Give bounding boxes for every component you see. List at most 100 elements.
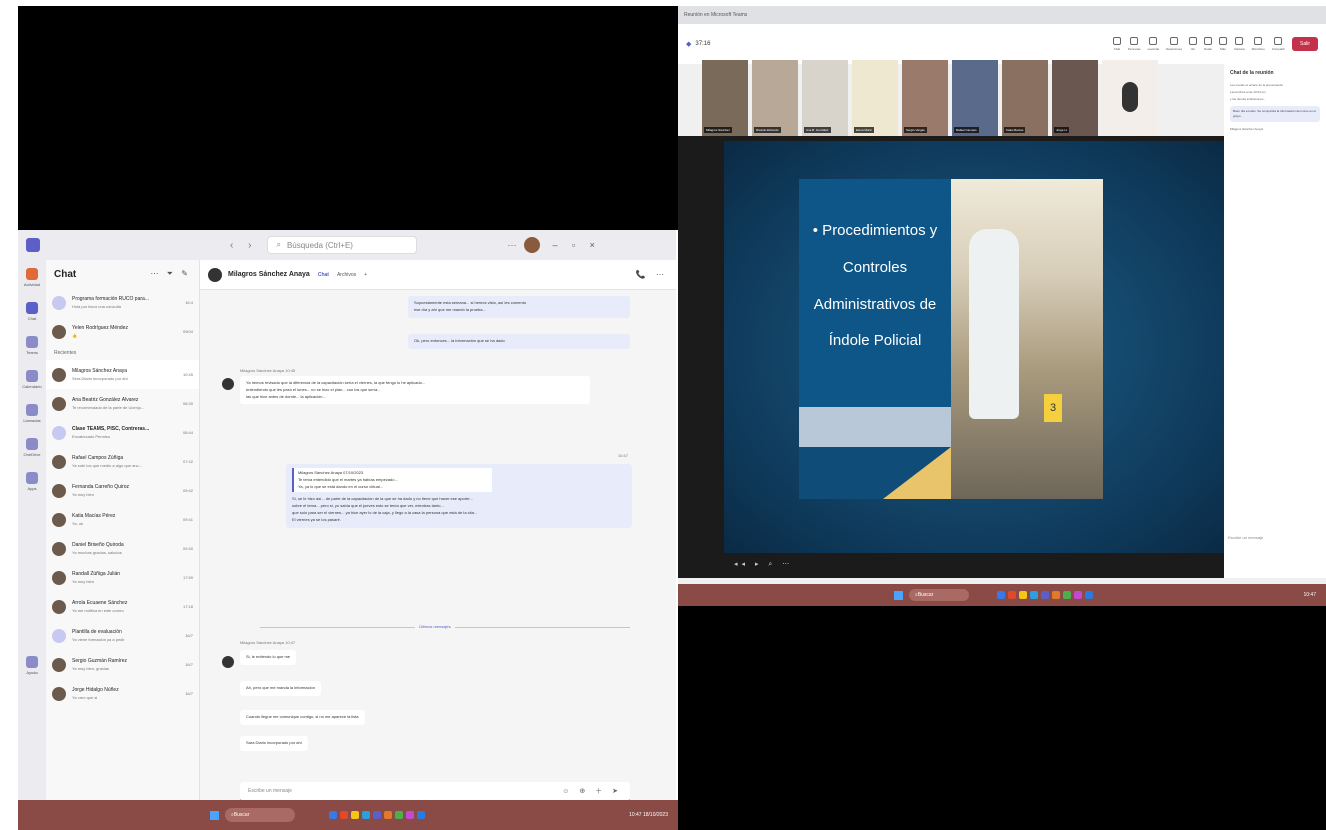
- rail-item-help[interactable]: Ayuda: [18, 648, 46, 682]
- system-tray[interactable]: 10:47 18/10/2023: [629, 812, 668, 818]
- chat-list-item[interactable]: Plantilla de evaluación Ya viene formació…: [46, 621, 199, 650]
- app-icon[interactable]: [1008, 591, 1016, 599]
- app-icon[interactable]: [351, 811, 359, 819]
- raise-hand-button[interactable]: Levantar: [1148, 37, 1159, 51]
- meeting-timer: 37:16: [695, 41, 711, 47]
- meeting-toolbar: ◆ 37:16 Chat Personas Levantar Reaccione…: [678, 24, 1326, 64]
- avatar[interactable]: [524, 237, 541, 253]
- chat-list-item[interactable]: Milagros Sánchez Anaya Sera Diario incorp…: [46, 360, 199, 389]
- message-meta: 10:47: [618, 453, 629, 458]
- chat-list-item[interactable]: Arrola Ecuaene Sánchez Ya me notifica en …: [46, 592, 199, 621]
- chat-list-tools[interactable]: ⋯ ⏷ ✎: [150, 269, 191, 279]
- taskbar-search[interactable]: ⌕ Buscar: [909, 589, 969, 601]
- participant-tile[interactable]: Rafael Campos: [952, 60, 998, 136]
- app-icon[interactable]: [406, 811, 414, 819]
- app-icon[interactable]: [1041, 591, 1049, 599]
- search-input[interactable]: ⌕ Búsqueda (Ctrl+E): [267, 236, 418, 254]
- app-icon[interactable]: [1030, 591, 1038, 599]
- add-tab-icon[interactable]: +: [364, 272, 367, 278]
- avatar: [52, 657, 66, 672]
- tab-files[interactable]: Archivos: [337, 272, 356, 278]
- tab-title[interactable]: Reunión en Microsoft Teams: [684, 12, 747, 18]
- chat-list-item[interactable]: Rafael Campos Zúñiga Ya subí los que medi…: [46, 447, 199, 476]
- chat-list-item[interactable]: Clase TEAMS, PISC, Contreras... Encabezad…: [46, 418, 199, 447]
- app-icon[interactable]: [384, 811, 392, 819]
- rail-item-teams[interactable]: Teams: [18, 328, 46, 362]
- window-controls[interactable]: – ▫ ×: [552, 240, 600, 250]
- chat-list-item[interactable]: Fernanda Carreño Quiroz Ya muy bien 09:42: [46, 476, 199, 505]
- chat-item-preview: Sera Diario incorporado por ahí: [72, 376, 128, 381]
- taskbar-search[interactable]: ⌕ Buscar: [225, 808, 295, 822]
- chat-list-item[interactable]: Sergio Guzmán Ramírez Ya muy bien, gracia…: [46, 650, 199, 679]
- app-icon[interactable]: [362, 811, 370, 819]
- participant-tile[interactable]: Ricardo Elizondo: [752, 60, 798, 136]
- chat-item-text: Clase TEAMS, PISC, Contreras... Encabezad…: [72, 426, 177, 439]
- mic-button[interactable]: Micrófono: [1252, 37, 1265, 51]
- meeting-chat-input[interactable]: Escribe un mensaje: [1228, 535, 1322, 540]
- help-icon: [26, 655, 38, 668]
- tab-chat[interactable]: Chat: [318, 272, 329, 278]
- participant-tile[interactable]: Jorge H.: [1052, 60, 1098, 136]
- participant-tile[interactable]: Elena Marín: [852, 60, 898, 136]
- chat-list-item[interactable]: Ana Beatriz González Álvarez Te recomenda…: [46, 389, 199, 418]
- camera-button[interactable]: Cámara: [1234, 37, 1245, 51]
- more-button[interactable]: Más: [1218, 37, 1227, 51]
- leave-button[interactable]: Salir: [1291, 37, 1318, 51]
- app-icon[interactable]: [997, 591, 1005, 599]
- chat-item-time: 16/7: [185, 662, 193, 667]
- app-icon[interactable]: [417, 811, 425, 819]
- participant-tile[interactable]: Sergio Vargas: [902, 60, 948, 136]
- windows-start-icon[interactable]: [894, 590, 903, 600]
- composer-placeholder: Escribe un mensaje: [248, 788, 292, 794]
- app-icon[interactable]: [1019, 591, 1027, 599]
- avatar: [52, 324, 66, 339]
- chat-item-name: Katia Macías Pérez: [72, 513, 116, 519]
- chat-list-item[interactable]: Daniel Briseño Quiroda Ya muchas gracias,…: [46, 534, 199, 563]
- slide-nav-controls[interactable]: ◂◂ ▸ ⌕ ⋯: [734, 560, 793, 569]
- reactions-button[interactable]: Reacciones: [1166, 37, 1182, 51]
- nav-arrows-icon[interactable]: ‹ ›: [230, 240, 257, 251]
- chat-list-item[interactable]: Yelen Rodríguez Méndez 👍 09/04: [46, 317, 199, 346]
- windows-start-icon[interactable]: [210, 810, 219, 820]
- app-icon[interactable]: [395, 811, 403, 819]
- participant-name: Katia Macías: [1004, 127, 1026, 133]
- app-icon[interactable]: [373, 811, 381, 819]
- rail-item-onedrive[interactable]: OneDrive: [18, 430, 46, 464]
- chat-button[interactable]: Chat: [1112, 37, 1121, 51]
- rail-item-apps[interactable]: Apps: [18, 464, 46, 498]
- rail-item-chat[interactable]: Chat: [18, 294, 46, 328]
- composer-tools[interactable]: ☺ ⊕ ＋ ➤: [562, 786, 622, 796]
- chat-list-item[interactable]: Programa formación RUCO para... Hola por …: [46, 288, 199, 317]
- emoji-icon: [1170, 37, 1179, 45]
- participant-tile[interactable]: Ana B. González: [802, 60, 848, 136]
- app-icon[interactable]: [1063, 591, 1071, 599]
- chat-list-item[interactable]: Katia Macías Pérez Ya, ok 09:41: [46, 505, 199, 534]
- system-tray[interactable]: 10:47: [1303, 592, 1316, 598]
- app-icon[interactable]: [1085, 591, 1093, 599]
- participant-tile-self[interactable]: [1102, 60, 1158, 136]
- rail-item-calendar[interactable]: Calendario: [18, 362, 46, 396]
- chat-icon: [26, 301, 38, 314]
- message-bubble-other: Ya hemos revisado que la diferencia de l…: [240, 376, 590, 405]
- rail-item-calls[interactable]: Llamadas: [18, 396, 46, 430]
- chat-list-item[interactable]: Randall Zúñiga Julián Ya muy bien 17:59: [46, 563, 199, 592]
- app-icon[interactable]: [329, 811, 337, 819]
- avatar: [52, 570, 66, 585]
- message-composer[interactable]: Escribe un mensaje ☺ ⊕ ＋ ➤: [240, 782, 630, 800]
- call-actions[interactable]: 📞 ⋯: [636, 270, 668, 279]
- app-icon[interactable]: [1074, 591, 1082, 599]
- chat-item-preview: Ya muchas gracias, saludos: [72, 550, 122, 555]
- more-options-icon[interactable]: ···: [507, 240, 516, 250]
- participant-tile[interactable]: Milagros Sánchez: [702, 60, 748, 136]
- participant-tile[interactable]: Katia Macías: [1002, 60, 1048, 136]
- app-icon[interactable]: [340, 811, 348, 819]
- rail-item-activity[interactable]: Actividad: [18, 260, 46, 294]
- chat-list: Chat ⋯ ⏷ ✎ Programa formación RUCO para.…: [46, 260, 200, 800]
- notes-button[interactable]: Notas: [1203, 37, 1212, 51]
- people-button[interactable]: Personas: [1128, 37, 1141, 51]
- view-button[interactable]: Ver: [1188, 37, 1197, 51]
- chat-list-item[interactable]: Jorge Hidalgo Núñez Ya creo que si 16/7: [46, 679, 199, 708]
- avatar: [222, 656, 234, 668]
- share-button[interactable]: Compartir: [1272, 37, 1285, 51]
- app-icon[interactable]: [1052, 591, 1060, 599]
